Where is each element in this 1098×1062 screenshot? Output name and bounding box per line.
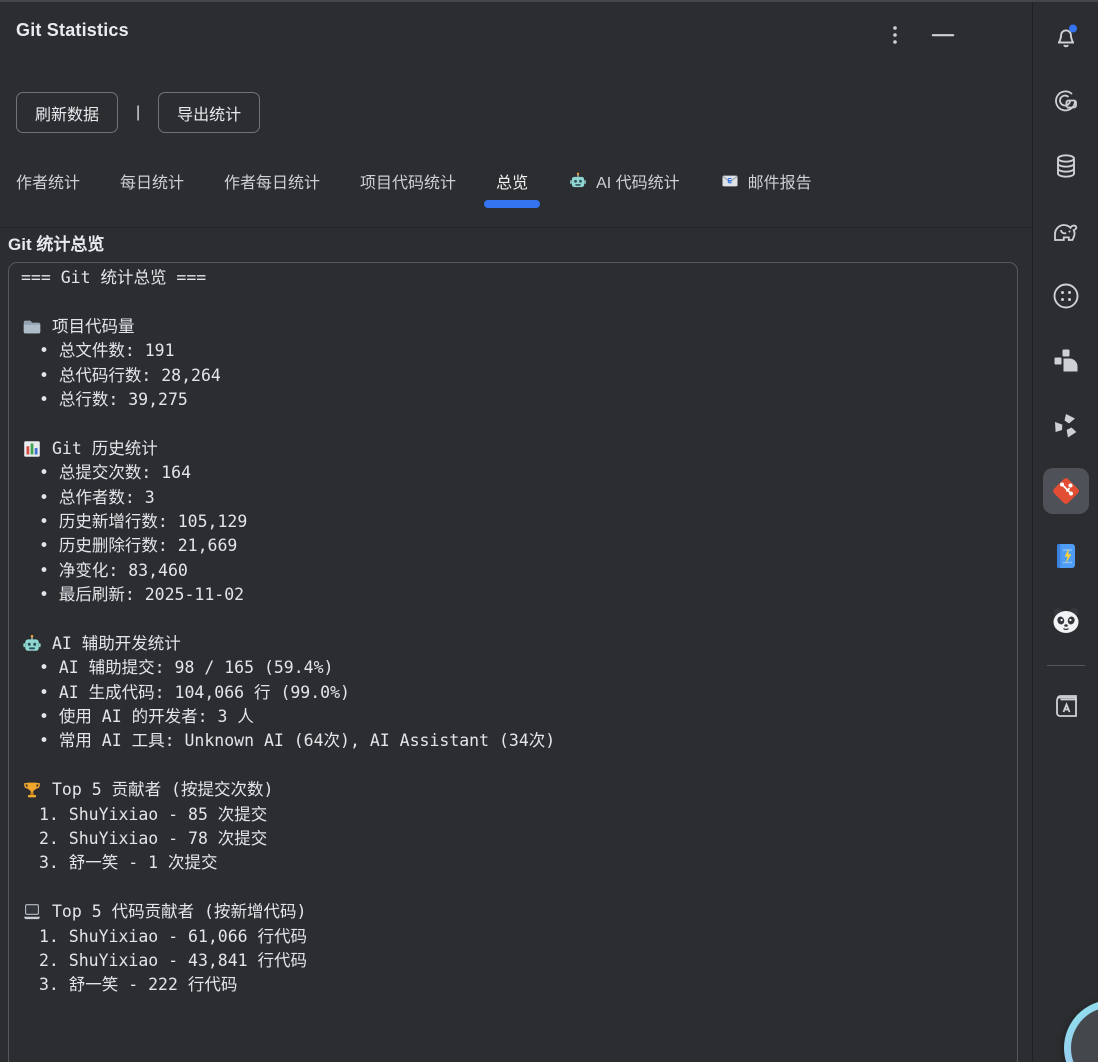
section-title-top-committers: Top 5 贡献者 (按提交次数) [21,778,1005,802]
notifications-bell-icon[interactable] [1043,13,1089,59]
overview-header-line: === Git 统计总览 === [21,266,1005,290]
blank-line [21,412,1005,436]
section-heading: Git 统计总览 [8,232,1032,258]
chat-broadcast-icon[interactable] [1043,78,1089,124]
pinwheel-plugin-icon[interactable] [1043,403,1089,449]
email-icon [720,170,740,192]
toolbar-separator: | [136,104,140,122]
tab-overview[interactable]: 总览 [496,169,528,193]
database-icon[interactable] [1043,143,1089,189]
window-title: Git Statistics [16,20,129,41]
tab-label: AI 代码统计 [596,169,680,193]
stat-line: • 使用 AI 的开发者: 3 人 [21,705,1005,729]
stripe-divider [1047,665,1085,666]
section-title-text: Top 5 贡献者 (按提交次数) [52,778,273,802]
gradle-elephant-icon[interactable] [1043,208,1089,254]
stat-line: • 历史删除行数: 21,669 [21,534,1005,558]
folder-icon [21,316,43,338]
stat-line: • 最后刷新: 2025-11-02 [21,583,1005,607]
section-title-top-code: Top 5 代码贡献者 (按新增代码) [21,900,1005,924]
tab-author-stats[interactable]: 作者统计 [16,169,80,193]
stat-line: • 总代码行数: 28,264 [21,364,1005,388]
trophy-icon [21,779,43,801]
titlebar-actions [882,22,956,48]
rank-line: 1. ShuYixiao - 61,066 行代码 [21,925,1005,949]
tabbar: 作者统计 每日统计 作者每日统计 项目代码统计 总览 AI 代码统计 邮件报告 [16,155,1016,207]
stat-line: • 净变化: 83,460 [21,559,1005,583]
stat-line: • AI 辅助提交: 98 / 165 (59.4%) [21,656,1005,680]
tab-label: 邮件报告 [748,169,812,193]
robot-icon [568,170,588,192]
stat-line: • 常用 AI 工具: Unknown AI (64次), AI Assista… [21,729,1005,753]
dots-circle-icon[interactable] [1043,273,1089,319]
refresh-data-button[interactable]: 刷新数据 [16,92,118,133]
section-title-text: Git 历史统计 [52,437,158,461]
section-title-text: AI 辅助开发统计 [52,632,181,656]
section-title-git-history: Git 历史统计 [21,437,1005,461]
toolbar: 刷新数据 | 导出统计 [16,92,1016,133]
rank-line: 2. ShuYixiao - 43,841 行代码 [21,949,1005,973]
tabbar-divider [0,227,1032,228]
console-text: === Git 统计总览 === 项目代码量 • 总文件数: 191 • 总代码… [9,263,1017,1001]
stat-line: • 总文件数: 191 [21,339,1005,363]
tab-author-daily-stats[interactable]: 作者每日统计 [224,169,320,193]
notebook-lightning-icon[interactable] [1043,533,1089,579]
tab-project-code-stats[interactable]: 项目代码统计 [360,169,456,193]
tab-ai-code-stats[interactable]: AI 代码统计 [568,169,680,193]
tab-daily-stats[interactable]: 每日统计 [120,169,184,193]
kebab-menu-icon[interactable] [882,22,908,48]
section-title-project: 项目代码量 [21,315,1005,339]
main-panel: Git Statistics 刷新数据 | 导出统计 作者统计 每日统计 作者每… [0,2,1033,1062]
panda-plugin-icon[interactable] [1043,598,1089,644]
tab-email-report[interactable]: 邮件报告 [720,169,812,193]
laptop-icon [21,901,43,923]
titlebar: Git Statistics [0,2,1032,50]
export-stats-button[interactable]: 导出统计 [158,92,260,133]
section-title-text: 项目代码量 [52,315,135,339]
section-title-ai: AI 辅助开发统计 [21,632,1005,656]
stat-line: • 总行数: 39,275 [21,388,1005,412]
git-statistics-tool-window: Git Statistics 刷新数据 | 导出统计 作者统计 每日统计 作者每… [0,2,1098,1062]
blank-line [21,290,1005,314]
rank-line: 3. 舒一笑 - 1 次提交 [21,851,1005,875]
blocks-plugin-icon[interactable] [1043,338,1089,384]
blank-line [21,607,1005,631]
minimize-icon[interactable] [930,22,956,48]
section-title-text: Top 5 代码贡献者 (按新增代码) [52,900,306,924]
stat-line: • 历史新增行数: 105,129 [21,510,1005,534]
stat-line: • AI 生成代码: 104,066 行 (99.0%) [21,681,1005,705]
rank-line: 3. 舒一笑 - 222 行代码 [21,973,1005,997]
stat-line: • 总作者数: 3 [21,486,1005,510]
rank-line: 1. ShuYixiao - 85 次提交 [21,803,1005,827]
robot-icon [21,633,43,655]
stat-line: • 总提交次数: 164 [21,461,1005,485]
git-icon[interactable] [1043,468,1089,514]
blank-line [21,754,1005,778]
blank-line [21,876,1005,900]
translate-book-icon[interactable] [1043,683,1089,729]
rank-line: 2. ShuYixiao - 78 次提交 [21,827,1005,851]
tool-window-stripe [1033,2,1098,1062]
overview-console[interactable]: === Git 统计总览 === 项目代码量 • 总文件数: 191 • 总代码… [8,262,1018,1062]
bar-chart-icon [21,438,43,460]
